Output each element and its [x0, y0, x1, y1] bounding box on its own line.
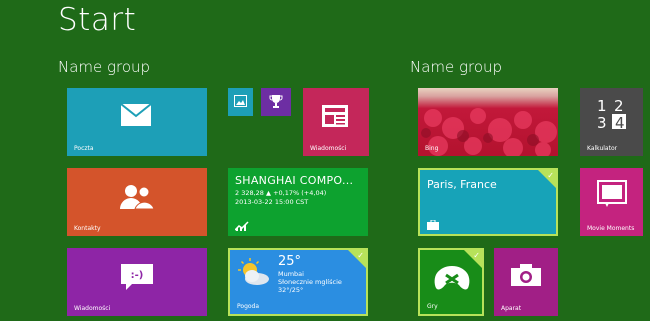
- tile-mail[interactable]: Poczta: [67, 88, 207, 156]
- tile-messaging[interactable]: :-) Wiadomości: [67, 248, 207, 316]
- group-title-2[interactable]: Name group: [410, 58, 502, 76]
- weather-city: Mumbai: [278, 270, 304, 278]
- tile-games-label: Gry: [427, 303, 438, 310]
- suitcase-icon: [427, 220, 439, 230]
- tile-bing-label: Bing: [425, 145, 439, 152]
- finance-change: ▲ +0,17% (+4,04): [266, 189, 327, 197]
- tile-news[interactable]: Wiadomości: [303, 88, 369, 156]
- tile-games-small[interactable]: [261, 88, 291, 116]
- tile-news-label: Wiadomości: [310, 145, 347, 152]
- tile-contacts[interactable]: Kontakty: [67, 168, 207, 236]
- svg-text::-): :-): [131, 270, 144, 281]
- tile-finance[interactable]: SHANGHAI COMPO... 2 328,28 ▲ +0,17% (+4,…: [228, 168, 368, 236]
- tile-calculator[interactable]: 1 2 3 4 Kalkulator: [580, 88, 643, 156]
- tile-contacts-label: Kontakty: [74, 225, 101, 232]
- tile-games[interactable]: ✓ Gry: [418, 248, 484, 316]
- camera-icon: [511, 264, 541, 286]
- trophy-icon: [269, 95, 283, 108]
- tile-weather[interactable]: ✓ 25° Mumbai Słonecznie mglíście 32°/25°…: [228, 248, 368, 316]
- check-icon: ✓: [473, 251, 480, 260]
- tile-mail-label: Poczta: [74, 145, 94, 152]
- check-icon: ✓: [547, 171, 554, 180]
- tile-bing[interactable]: Bing: [418, 88, 558, 156]
- sun-cloud-icon: [238, 258, 269, 285]
- calculator-icon: 1 2 3 4: [597, 97, 626, 130]
- tile-messaging-label: Wiadomości: [74, 305, 111, 312]
- bing-photo: [421, 108, 557, 156]
- weather-range: 32°/25°: [278, 286, 304, 294]
- people-icon: [120, 185, 155, 210]
- finance-headline: SHANGHAI COMPO...: [235, 174, 354, 187]
- mail-icon: [120, 103, 152, 126]
- svg-text:2: 2: [614, 97, 624, 115]
- newspaper-icon: [322, 105, 348, 127]
- film-icon: [597, 180, 627, 207]
- tile-calculator-label: Kalkulator: [587, 145, 618, 152]
- group-title-1[interactable]: Name group: [58, 58, 150, 76]
- xbox-controller-icon: [434, 266, 470, 290]
- tile-camera-label: Aparat: [501, 305, 522, 312]
- tile-weather-label: Pogoda: [237, 303, 260, 310]
- finance-date: 2013-03-22 15:00 CST: [235, 198, 309, 206]
- tile-travel[interactable]: ✓ Paris, France: [418, 168, 558, 236]
- chat-icon: :-): [121, 264, 153, 290]
- tile-movie-moments[interactable]: Movie Moments: [580, 168, 643, 236]
- finance-quote: 2 328,28 ▲ +0,17% (+4,04): [235, 189, 326, 197]
- start-title: Start: [58, 2, 137, 38]
- tile-movie-moments-label: Movie Moments: [587, 225, 635, 232]
- finance-value: 2 328,28: [235, 189, 264, 197]
- svg-text:3: 3: [597, 114, 607, 130]
- svg-text:4: 4: [615, 114, 625, 130]
- photo-icon: [234, 95, 247, 107]
- weather-condition: Słonecznie mglíście: [278, 278, 342, 286]
- travel-destination: Paris, France: [427, 178, 497, 191]
- check-icon: ✓: [357, 251, 364, 260]
- chart-icon: [235, 221, 249, 231]
- svg-text:1: 1: [597, 97, 607, 115]
- weather-temperature: 25°: [278, 254, 302, 269]
- tile-camera[interactable]: Aparat: [494, 248, 558, 316]
- tile-photos[interactable]: [228, 88, 253, 116]
